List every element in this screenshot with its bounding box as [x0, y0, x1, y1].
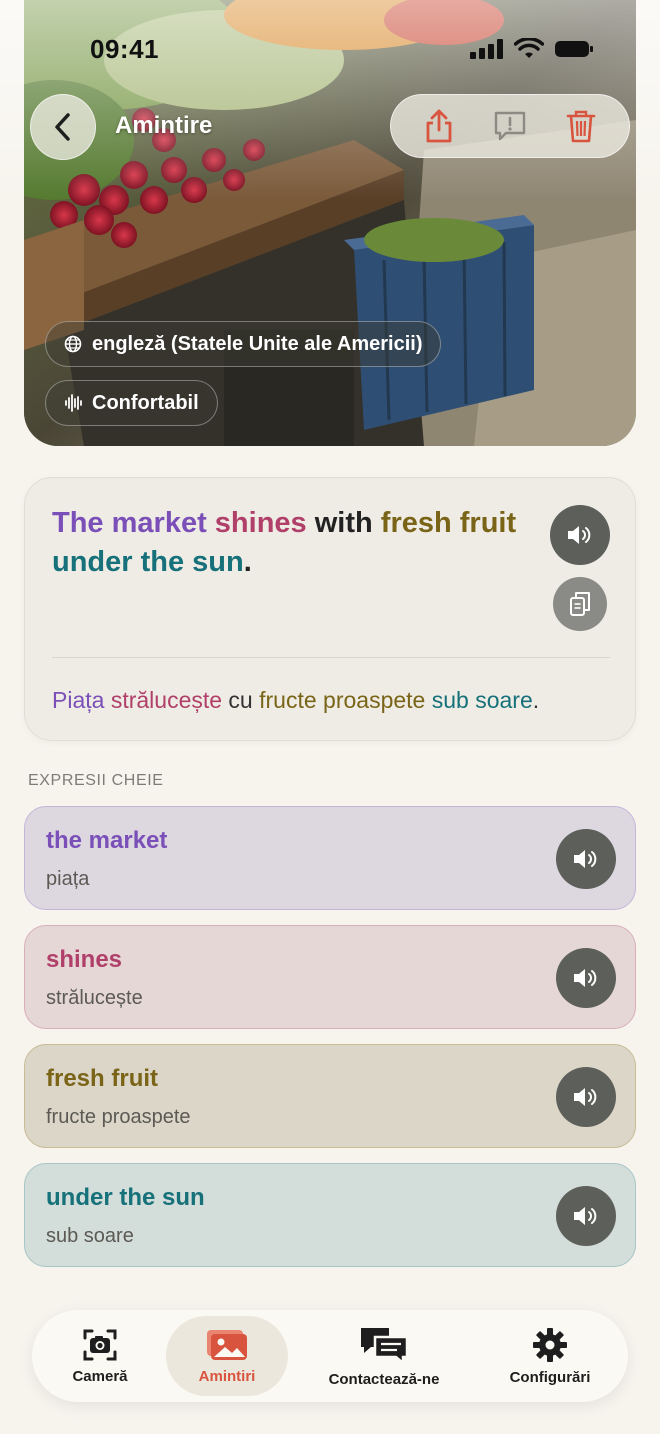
share-icon	[426, 109, 452, 143]
nav-label-memories: Amintiri	[198, 1367, 256, 1385]
chevron-left-icon	[55, 113, 70, 141]
status-time: 09:41	[90, 34, 159, 64]
wifi-icon	[514, 38, 544, 58]
key-phrases-heading: EXPRESII CHEIE	[28, 772, 164, 789]
phrase-english: fresh fruit	[46, 1065, 159, 1092]
chat-icon	[361, 1327, 409, 1365]
sentence-en-segment: .	[243, 546, 252, 578]
phrase-english: under the sun	[46, 1184, 205, 1211]
sentence-english: The market shines with fresh fruit under…	[52, 504, 522, 582]
phrase-card[interactable]: shines strălucește	[24, 925, 636, 1029]
sentence-ro-segment: fructe proaspete	[259, 687, 426, 713]
globe-icon	[64, 335, 82, 353]
speed-chip[interactable]: Confortabil	[45, 380, 218, 426]
sentence-ro-segment: cu	[222, 687, 260, 713]
bottom-nav: Cameră Amintiri Contactează-ne Configură…	[32, 1310, 628, 1402]
signal-icon	[470, 39, 503, 59]
nav-item-memories[interactable]: Amintiri	[166, 1316, 288, 1396]
sentence-en-segment: The market	[52, 507, 207, 539]
phrase-english: the market	[46, 827, 168, 854]
speak-phrase-button[interactable]	[556, 948, 616, 1008]
speaker-icon	[568, 526, 591, 544]
speaker-icon	[574, 850, 597, 868]
nav-label-settings: Configurări	[509, 1368, 591, 1386]
status-icons	[470, 38, 594, 60]
sentence-ro-segment: sub soare	[431, 687, 533, 713]
phrase-romanian: strălucește	[46, 987, 143, 1009]
speak-phrase-button[interactable]	[556, 829, 616, 889]
nav-item-camera[interactable]: Cameră	[50, 1316, 150, 1396]
nav-item-contact[interactable]: Contactează-ne	[314, 1316, 454, 1396]
phrase-card[interactable]: under the sun sub soare	[24, 1163, 636, 1267]
sentence-en-segment: shines	[214, 507, 307, 539]
sentence-divider	[52, 657, 610, 658]
sentence-en-segment	[207, 507, 215, 539]
speak-phrase-button[interactable]	[556, 1067, 616, 1127]
speaker-icon	[574, 969, 597, 987]
sentence-ro-segment: Piața	[52, 687, 105, 713]
phrase-romanian: sub soare	[46, 1225, 134, 1247]
phrase-english: shines	[46, 946, 123, 973]
sentence-en-segment: under the sun	[52, 546, 244, 578]
sentence-en-segment: with	[306, 507, 381, 539]
sentence-ro-segment: strălucește	[110, 687, 223, 713]
gear-icon	[533, 1327, 567, 1362]
share-button[interactable]	[419, 106, 459, 146]
phrase-card[interactable]: the market piața	[24, 806, 636, 910]
speak-phrase-button[interactable]	[556, 1186, 616, 1246]
copy-sentence-button[interactable]	[553, 577, 607, 631]
action-toolbar	[390, 94, 630, 158]
nav-item-settings[interactable]: Configurări	[494, 1316, 606, 1396]
phrase-card[interactable]: fresh fruit fructe proaspete	[24, 1044, 636, 1148]
page-title: Amintire	[115, 112, 213, 139]
nav-label-camera: Cameră	[72, 1367, 128, 1385]
report-icon	[494, 111, 526, 141]
copy-icon	[570, 592, 590, 616]
sentence-card: The market shines with fresh fruit under…	[24, 477, 636, 741]
nav-label-contact: Contactează-ne	[328, 1370, 440, 1388]
speaker-icon	[574, 1088, 597, 1106]
camera-icon	[83, 1329, 117, 1360]
trash-icon	[567, 110, 596, 143]
phrase-romanian: piața	[46, 868, 90, 890]
sentence-en-segment	[516, 507, 524, 539]
report-button[interactable]	[490, 106, 530, 146]
language-chip-label: engleză (Statele Unite ale Americii)	[92, 332, 423, 355]
language-chip[interactable]: engleză (Statele Unite ale Americii)	[45, 321, 442, 367]
back-button[interactable]	[30, 94, 96, 160]
speed-chip-label: Confortabil	[92, 391, 199, 414]
sentence-en-segment: fresh fruit	[380, 507, 517, 539]
battery-icon	[555, 41, 593, 57]
speak-sentence-button[interactable]	[550, 505, 610, 565]
speaker-icon	[574, 1207, 597, 1225]
sentence-ro-segment: .	[532, 687, 540, 713]
status-bar: 09:41	[0, 0, 660, 90]
photos-icon	[207, 1329, 247, 1360]
delete-button[interactable]	[561, 106, 601, 146]
waveform-icon	[65, 394, 82, 412]
phrase-romanian: fructe proaspete	[46, 1106, 191, 1128]
sentence-romanian: Piața strălucește cu fructe proaspete su…	[52, 687, 539, 714]
